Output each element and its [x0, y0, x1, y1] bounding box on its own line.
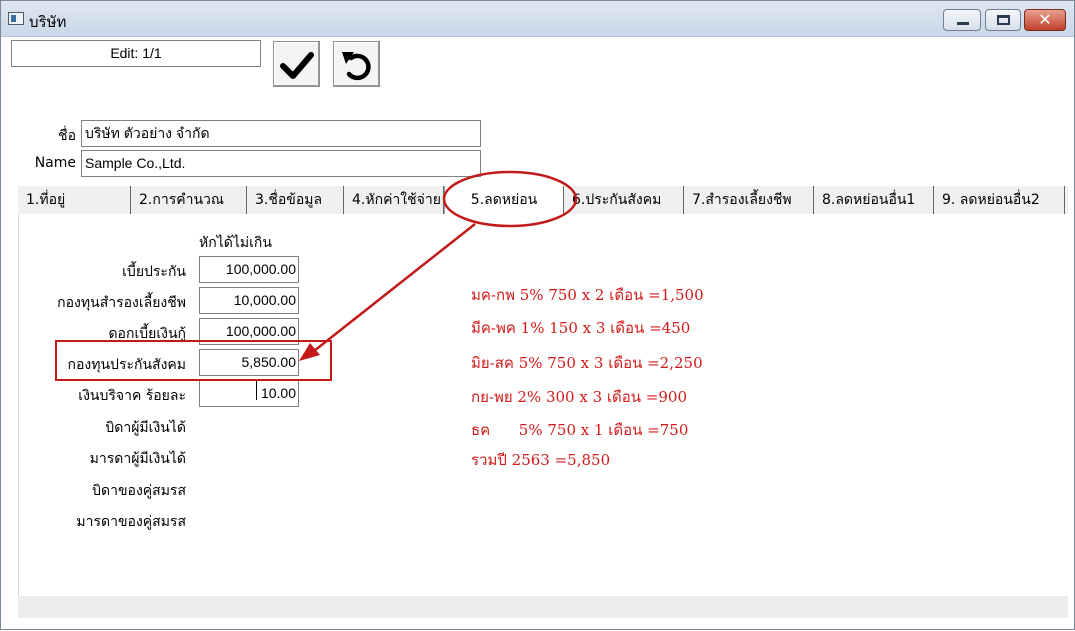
annotation-note: กย-พย 2% 300 x 3 เดือน =900 [471, 388, 687, 406]
row-label-father: บิดาผู้มีเงินได้ [105, 420, 186, 436]
save-button[interactable] [273, 41, 320, 87]
app-window: บริษัท ✕ Edit: 1/1 ชื่อ บริษัท ตัวอย่าง … [0, 0, 1075, 630]
undo-button[interactable] [333, 41, 380, 87]
row-label-provident-fund: กองทุนสำรองเลี้ยงชีพ [57, 295, 186, 311]
maximize-icon [997, 15, 1010, 25]
tab-other-deductions-1[interactable]: 8.ลดหย่อนอื่น1 [814, 186, 934, 214]
row-label-spouse-father: บิดาของคู่สมรส [92, 483, 186, 499]
minimize-button[interactable] [943, 9, 981, 31]
tab-social-security[interactable]: 6.ประกันสังคม [564, 186, 684, 214]
annotation-note: มิย-สค 5% 750 x 3 เดือน =2,250 [471, 354, 703, 372]
tab-calculation[interactable]: 2.การคำนวณ [131, 186, 247, 214]
annotation-note: รวมปี 2563 =5,850 [471, 451, 611, 469]
title-bar[interactable]: บริษัท ✕ [1, 1, 1074, 37]
maximize-button[interactable] [985, 9, 1021, 31]
row-label-mother: มารดาผู้มีเงินได้ [89, 451, 186, 467]
annotation-note: ธค 5% 750 x 1 เดือน =750 [471, 421, 689, 439]
app-icon[interactable] [8, 12, 24, 25]
row-label-insurance: เบี้ยประกัน [122, 264, 186, 280]
edit-status-box: Edit: 1/1 [11, 40, 261, 67]
tab-provident-fund[interactable]: 7.สำรองเลี้ยงชีพ [684, 186, 814, 214]
tab-data-names[interactable]: 3.ชื่อข้อมูล [247, 186, 344, 214]
tab-address[interactable]: 1.ที่อยู่ [18, 186, 131, 214]
status-bar [18, 596, 1068, 618]
insurance-field[interactable]: 100,000.00 [199, 256, 299, 283]
undo-icon [342, 52, 371, 81]
close-icon: ✕ [1038, 10, 1052, 29]
text-caret [256, 380, 257, 400]
provident-fund-field[interactable]: 10,000.00 [199, 287, 299, 314]
close-button[interactable]: ✕ [1024, 9, 1066, 31]
annotation-note: มค-กพ 5% 750 x 2 เดือน =1,500 [471, 286, 704, 304]
name-en-label: Name [34, 155, 76, 171]
tab-strip: 1.ที่อยู่ 2.การคำนวณ 3.ชื่อข้อมูล 4.หักค… [18, 186, 1068, 214]
minimize-icon [957, 22, 969, 25]
name-th-label: ชื่อ [58, 128, 76, 144]
tab-deductions[interactable]: 5.ลดหย่อน [444, 186, 564, 214]
tab-other-deductions-2[interactable]: 9. ลดหย่อนอื่น2 [934, 186, 1065, 214]
name-th-field[interactable]: บริษัท ตัวอย่าง จำกัด [81, 120, 481, 147]
row-label-spouse-mother: มารดาของคู่สมรส [76, 514, 186, 530]
highlight-rectangle [55, 340, 332, 381]
row-label-donation-percent: เงินบริจาค ร้อยละ [78, 388, 186, 404]
column-header-max-deduction: หักได้ไม่เกิน [199, 235, 272, 251]
window-title: บริษัท [29, 13, 67, 31]
annotation-note: มีค-พค 1% 150 x 3 เดือน =450 [471, 319, 691, 337]
check-icon [280, 52, 314, 79]
name-en-field[interactable]: Sample Co.,Ltd. [81, 150, 481, 177]
tab-expenses[interactable]: 4.หักค่าใช้จ่าย [344, 186, 444, 214]
donation-percent-field[interactable]: 10.00 [199, 380, 299, 407]
